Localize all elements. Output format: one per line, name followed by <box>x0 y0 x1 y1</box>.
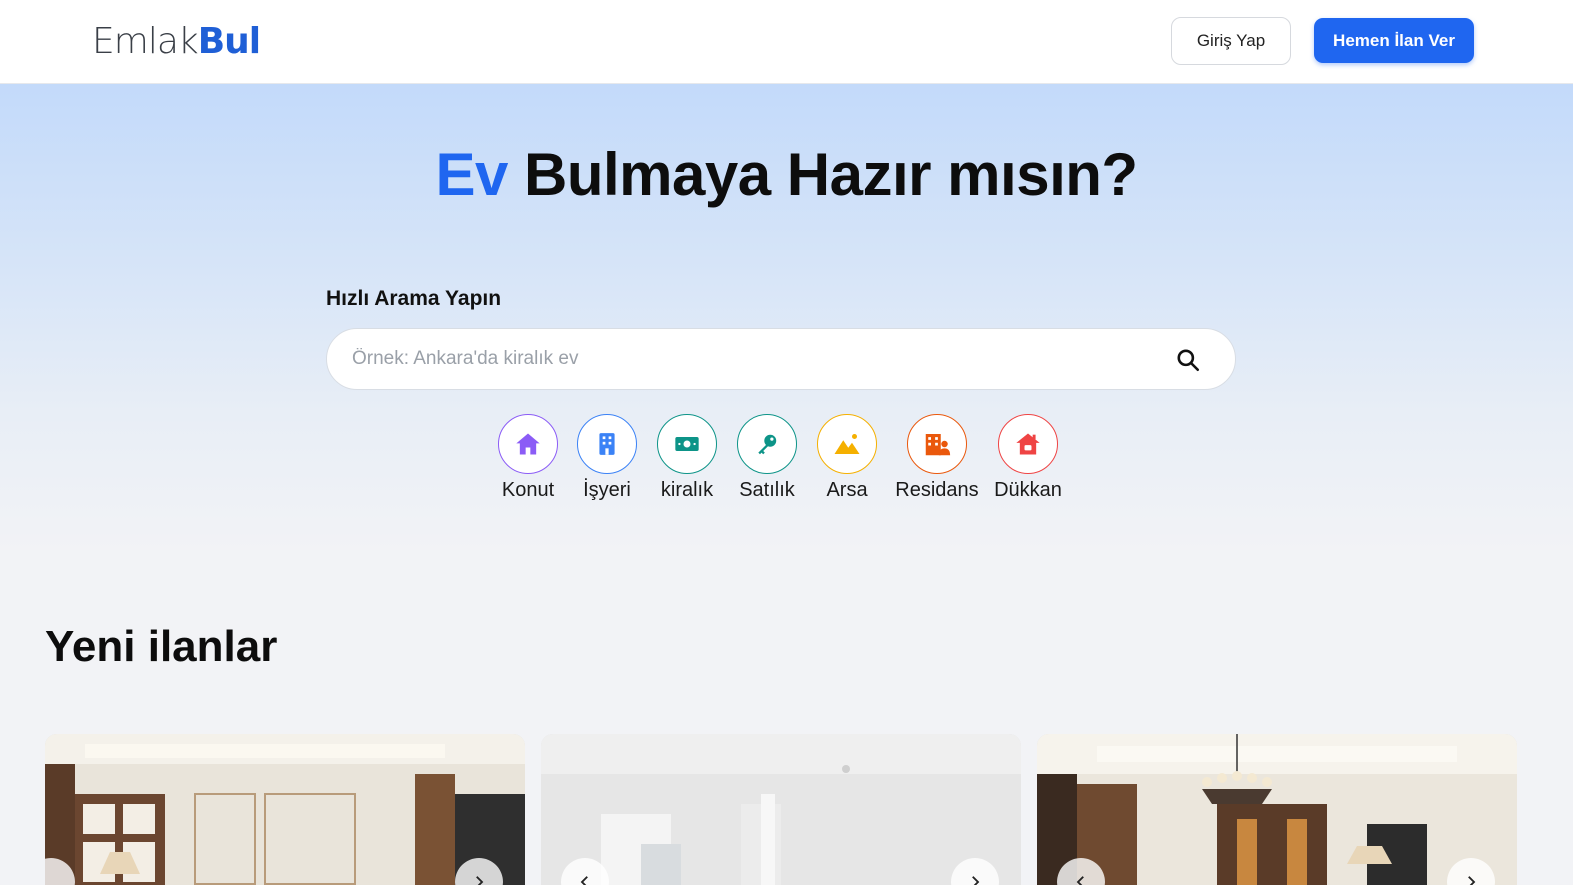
category-residans-circle <box>907 414 967 474</box>
top-navbar: EmlakBul Giriş Yap Hemen İlan Ver <box>0 0 1573 84</box>
category-kiralik-circle <box>657 414 717 474</box>
logo-text-emlak: Emlak <box>92 21 199 62</box>
listing-photo <box>1037 734 1517 885</box>
category-dukkan[interactable]: Dükkan <box>978 414 1078 502</box>
post-listing-button[interactable]: Hemen İlan Ver <box>1314 18 1474 63</box>
hero-title: Ev Bulmaya Hazır mısın? <box>0 140 1573 209</box>
category-label: Dükkan <box>994 479 1062 501</box>
residence-icon <box>925 434 951 456</box>
listing-card[interactable] <box>541 734 1021 885</box>
category-arsa-circle <box>817 414 877 474</box>
chevron-right-icon <box>972 876 980 885</box>
landscape-icon <box>834 434 860 454</box>
category-label: İşyeri <box>583 479 631 501</box>
building-icon <box>599 433 615 455</box>
new-listings-title: Yeni ilanlar <box>45 622 278 671</box>
category-satilik-circle <box>737 414 797 474</box>
category-label: Konut <box>501 479 555 501</box>
house-icon <box>516 433 540 455</box>
chevron-right-icon <box>1468 876 1476 885</box>
logo-text-bul: Bul <box>197 21 261 62</box>
hero-section: Ev Bulmaya Hazır mısın? Hızlı Arama Yapı… <box>0 84 1573 554</box>
chevron-left-icon <box>580 876 588 885</box>
category-arsa[interactable]: Arsa <box>797 414 897 502</box>
money-icon <box>675 437 699 451</box>
logo[interactable]: EmlakBul <box>92 20 261 64</box>
login-button[interactable]: Giriş Yap <box>1171 17 1291 65</box>
category-label: Arsa <box>826 479 868 501</box>
category-label: Residans <box>895 479 979 501</box>
chevron-left-icon <box>1076 876 1084 885</box>
category-label: kiralık <box>660 479 714 501</box>
category-shortcuts: Konut İşyeri kiralık Satılık Arsa Resida… <box>0 414 1573 514</box>
search-box <box>326 328 1236 390</box>
search-label: Hızlı Arama Yapın <box>326 287 502 310</box>
listing-card[interactable] <box>45 734 525 885</box>
listing-card[interactable] <box>1037 734 1517 885</box>
listing-photo <box>45 734 525 885</box>
hero-title-accent: Ev <box>435 141 508 208</box>
search-icon[interactable] <box>1175 347 1201 373</box>
category-label: Satılık <box>739 479 795 501</box>
listing-photo <box>541 734 1021 885</box>
category-dukkan-circle <box>998 414 1058 474</box>
shop-icon <box>1016 433 1040 455</box>
category-konut-circle <box>498 414 558 474</box>
category-residans[interactable]: Residans <box>887 414 987 502</box>
category-isyeri-circle <box>577 414 637 474</box>
key-icon <box>758 434 777 455</box>
search-input[interactable] <box>352 339 1152 379</box>
hero-title-rest: Bulmaya Hazır mısın? <box>507 141 1138 208</box>
chevron-right-icon <box>476 876 484 885</box>
